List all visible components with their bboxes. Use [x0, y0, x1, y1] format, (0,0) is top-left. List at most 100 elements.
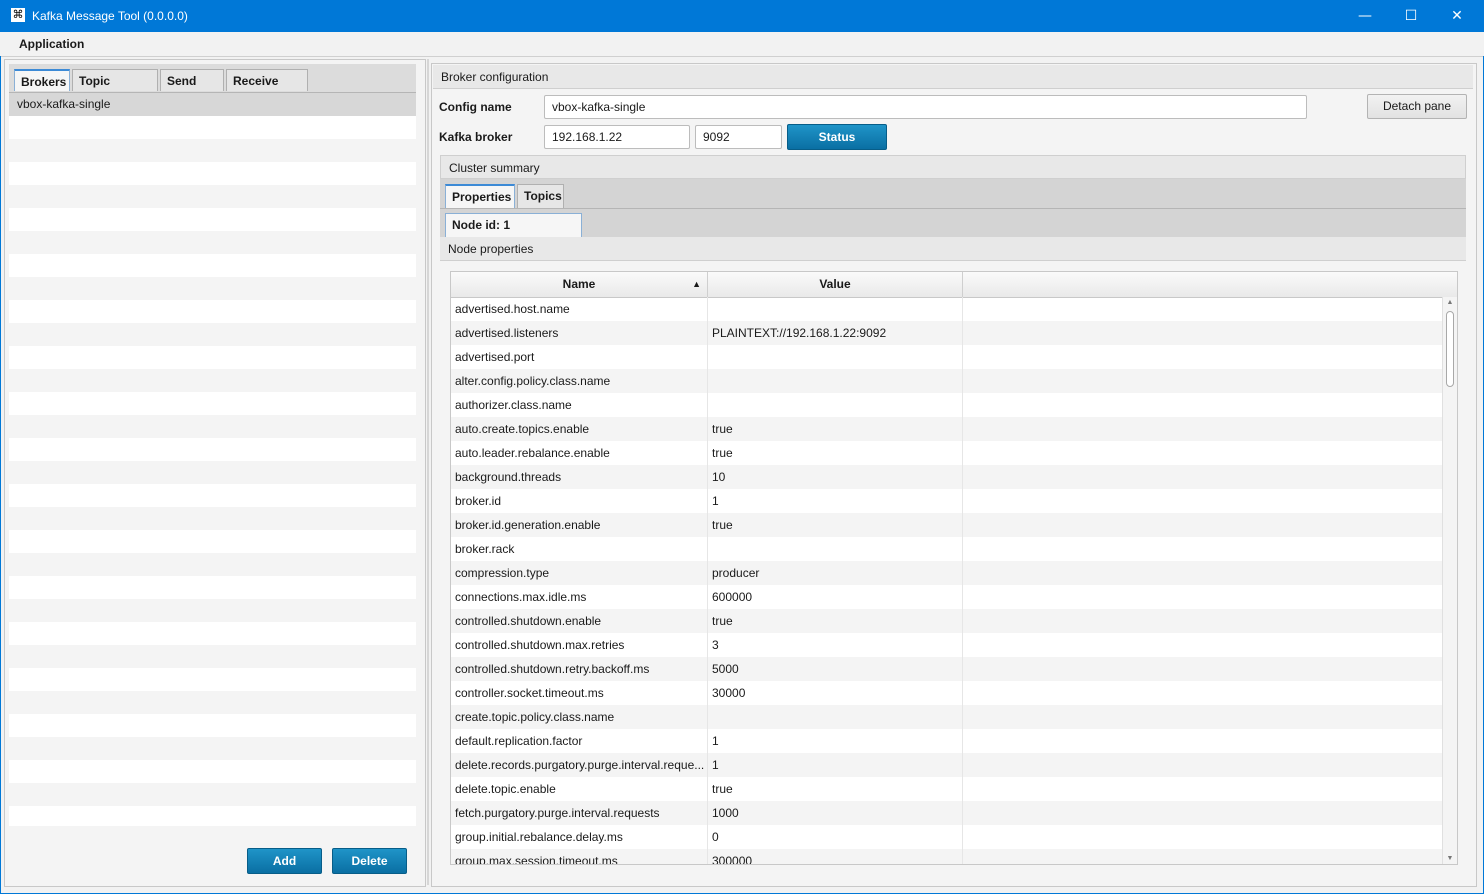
- broker-list-empty-row: [9, 622, 416, 645]
- table-row[interactable]: advertised.port: [451, 345, 1442, 369]
- tab-brokers[interactable]: Brokers: [14, 69, 70, 91]
- scroll-down-arrow-icon[interactable]: ▼: [1443, 855, 1457, 862]
- table-row[interactable]: auto.create.topics.enable true: [451, 417, 1442, 441]
- property-value-cell: [708, 537, 963, 561]
- table-vertical-scrollbar[interactable]: ▲ ▼: [1442, 297, 1457, 864]
- tab-topics[interactable]: Topics: [517, 184, 564, 208]
- property-name-cell: advertised.listeners: [451, 321, 708, 345]
- broker-list-empty-row: [9, 783, 416, 806]
- property-value-cell: [708, 297, 963, 321]
- table-row[interactable]: advertised.host.name: [451, 297, 1442, 321]
- table-row[interactable]: controlled.shutdown.retry.backoff.ms 5000: [451, 657, 1442, 681]
- tab-properties[interactable]: Properties: [445, 184, 515, 208]
- table-row[interactable]: fetch.purgatory.purge.interval.requests 1…: [451, 801, 1442, 825]
- table-row[interactable]: broker.id 1: [451, 489, 1442, 513]
- window-border-left: [0, 56, 1, 894]
- column-header-name[interactable]: Name ▲: [451, 272, 708, 297]
- property-name-cell: group.initial.rebalance.delay.ms: [451, 825, 708, 849]
- table-row[interactable]: background.threads 10: [451, 465, 1442, 489]
- filler-cell: [963, 633, 1442, 657]
- filler-cell: [963, 729, 1442, 753]
- detach-pane-button[interactable]: Detach pane: [1367, 94, 1467, 119]
- broker-list-empty-row: [9, 461, 416, 484]
- table-row[interactable]: connections.max.idle.ms 600000: [451, 585, 1442, 609]
- tab-topic-configs[interactable]: Topic configs: [72, 69, 158, 110]
- table-row[interactable]: group.initial.rebalance.delay.ms 0: [451, 825, 1442, 849]
- property-name-cell: broker.id: [451, 489, 708, 513]
- table-header: Name ▲ Value: [451, 272, 1457, 298]
- column-header-value[interactable]: Value: [708, 272, 963, 297]
- broker-host-input[interactable]: 192.168.1.22: [544, 125, 690, 149]
- broker-list-empty-row: [9, 576, 416, 599]
- table-row[interactable]: controlled.shutdown.enable true: [451, 609, 1442, 633]
- property-value-cell: 0: [708, 825, 963, 849]
- tab-send-msg[interactable]: Send msg: [160, 69, 224, 110]
- broker-list-item[interactable]: vbox-kafka-single: [9, 93, 416, 116]
- config-name-input[interactable]: vbox-kafka-single: [544, 95, 1307, 119]
- scrollbar-thumb[interactable]: [1446, 311, 1454, 387]
- table-row[interactable]: broker.rack: [451, 537, 1442, 561]
- property-value-cell: [708, 345, 963, 369]
- kafka-logo-icon: ⌘: [11, 8, 25, 22]
- table-row[interactable]: group.max.session.timeout.ms 300000: [451, 849, 1442, 864]
- property-name-cell: advertised.host.name: [451, 297, 708, 321]
- menu-application[interactable]: Application: [19, 37, 84, 51]
- filler-cell: [963, 777, 1442, 801]
- filler-cell: [963, 321, 1442, 345]
- minimize-button[interactable]: —: [1342, 0, 1388, 32]
- broker-list-empty-row: [9, 668, 416, 691]
- tab-node-1[interactable]: Node id: 1 [controller]: [445, 213, 582, 254]
- broker-list-empty-row: [9, 392, 416, 415]
- property-value-cell: 600000: [708, 585, 963, 609]
- property-value-cell: 1: [708, 753, 963, 777]
- scroll-up-arrow-icon[interactable]: ▲: [1443, 299, 1457, 306]
- broker-port-input[interactable]: 9092: [695, 125, 782, 149]
- property-value-cell: 1: [708, 729, 963, 753]
- table-row[interactable]: advertised.listeners PLAINTEXT://192.168.…: [451, 321, 1442, 345]
- window-title: Kafka Message Tool (0.0.0.0): [32, 9, 188, 23]
- cluster-tab-bar: Properties Topics: [440, 179, 1466, 209]
- property-value-cell: 10: [708, 465, 963, 489]
- table-row[interactable]: controlled.shutdown.max.retries 3: [451, 633, 1442, 657]
- broker-list-empty-row: [9, 346, 416, 369]
- broker-list-empty-row: [9, 553, 416, 576]
- column-name-label: Name: [562, 277, 596, 291]
- property-name-cell: create.topic.policy.class.name: [451, 705, 708, 729]
- filler-cell: [963, 825, 1442, 849]
- menu-bar: Application: [0, 32, 1484, 57]
- filler-cell: [963, 609, 1442, 633]
- config-name-label: Config name: [439, 100, 512, 114]
- node-properties-header: Node properties: [440, 237, 1466, 261]
- broker-list-empty-row: [9, 116, 416, 139]
- maximize-button[interactable]: ☐: [1388, 0, 1434, 32]
- property-name-cell: delete.records.purgatory.purge.interval.…: [451, 753, 708, 777]
- table-row[interactable]: auto.leader.rebalance.enable true: [451, 441, 1442, 465]
- filler-cell: [963, 489, 1442, 513]
- filler-cell: [963, 753, 1442, 777]
- node-tab-bar: Node id: 1 [controller]: [440, 209, 1466, 254]
- node-properties-table: Name ▲ Value advertised.host.name adverti…: [450, 271, 1458, 865]
- close-button[interactable]: ✕: [1434, 0, 1480, 32]
- table-row[interactable]: delete.records.purgatory.purge.interval.…: [451, 753, 1442, 777]
- broker-configuration-header: Broker configuration: [433, 65, 1473, 89]
- table-row[interactable]: create.topic.policy.class.name: [451, 705, 1442, 729]
- tab-receive-msg[interactable]: Receive msg: [226, 69, 308, 110]
- filler-cell: [963, 537, 1442, 561]
- filler-cell: [963, 801, 1442, 825]
- delete-button[interactable]: Delete: [332, 848, 407, 874]
- property-value-cell: true: [708, 417, 963, 441]
- table-row[interactable]: default.replication.factor 1: [451, 729, 1442, 753]
- broker-list-empty-row: [9, 254, 416, 277]
- status-button[interactable]: Status: [787, 124, 887, 150]
- broker-list[interactable]: vbox-kafka-single: [9, 93, 416, 826]
- split-pane-divider[interactable]: [427, 59, 429, 885]
- property-name-cell: auto.leader.rebalance.enable: [451, 441, 708, 465]
- broker-list-empty-row: [9, 162, 416, 185]
- table-row[interactable]: controller.socket.timeout.ms 30000: [451, 681, 1442, 705]
- add-button[interactable]: Add: [247, 848, 322, 874]
- table-row[interactable]: authorizer.class.name: [451, 393, 1442, 417]
- table-row[interactable]: alter.config.policy.class.name: [451, 369, 1442, 393]
- table-row[interactable]: compression.type producer: [451, 561, 1442, 585]
- table-row[interactable]: broker.id.generation.enable true: [451, 513, 1442, 537]
- table-row[interactable]: delete.topic.enable true: [451, 777, 1442, 801]
